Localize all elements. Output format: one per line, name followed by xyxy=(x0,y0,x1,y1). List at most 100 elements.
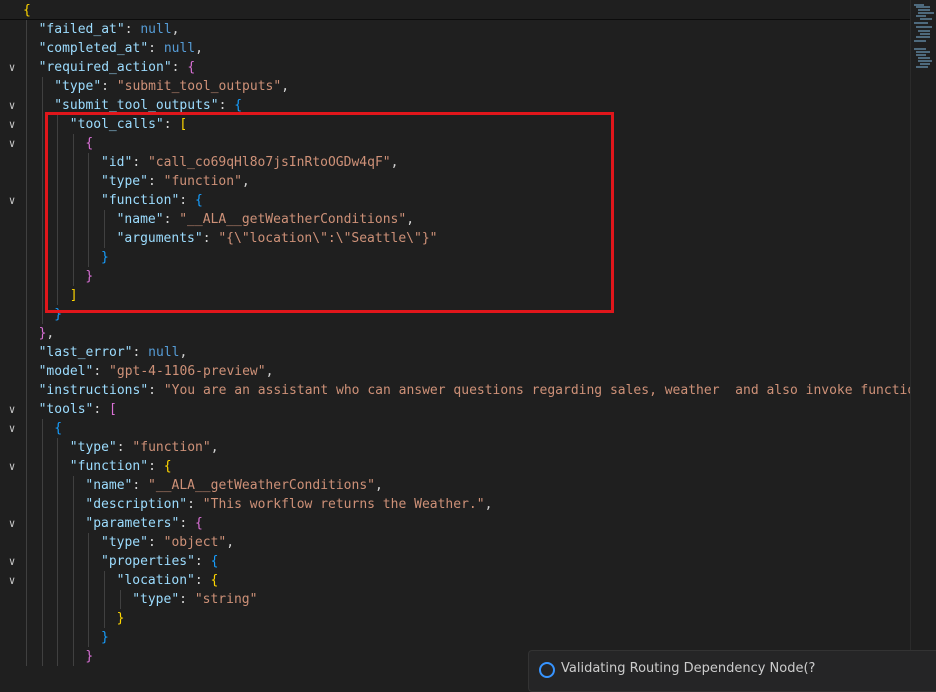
json-string: "You are an assistant who can answer que… xyxy=(163,383,910,398)
json-string: "__ALA__getWeatherConditions" xyxy=(148,478,375,493)
fold-chevron-icon[interactable]: ∨ xyxy=(5,419,19,438)
code-text: } xyxy=(117,609,125,628)
json-punctuation: : xyxy=(148,459,164,474)
indent-guide xyxy=(26,609,27,628)
minimap-line xyxy=(920,63,930,65)
indent-guide xyxy=(41,210,43,229)
json-null: null xyxy=(140,22,172,37)
fold-chevron-icon[interactable]: ∨ xyxy=(5,514,19,533)
json-string: "string" xyxy=(194,592,258,607)
code-line[interactable]: ∨ "parameters": { xyxy=(0,514,910,533)
indent-guide xyxy=(72,571,74,590)
json-bracket: { xyxy=(187,60,196,75)
indent-guide xyxy=(26,248,27,267)
indent-guide xyxy=(26,419,27,438)
indent-guide xyxy=(26,172,27,191)
indent-guide xyxy=(41,153,43,172)
code-line[interactable]: { xyxy=(0,1,910,20)
code-line[interactable]: ∨ "required_action": { xyxy=(0,58,910,77)
json-editor[interactable]: { "failed_at": null, "completed_at": null,… xyxy=(0,0,910,670)
fold-chevron-icon[interactable]: ∨ xyxy=(5,400,19,419)
code-text: "required_action": { xyxy=(39,58,196,77)
fold-chevron-icon[interactable]: ∨ xyxy=(5,58,19,77)
fold-chevron-icon[interactable]: ∨ xyxy=(5,115,19,134)
code-line[interactable]: }, xyxy=(0,324,910,343)
code-line[interactable]: "type": "function", xyxy=(0,438,910,457)
code-line[interactable]: ∨ "properties": { xyxy=(0,552,910,571)
json-punctuation: : xyxy=(171,60,188,75)
indent-guide xyxy=(26,533,27,552)
code-line[interactable]: "name": "__ALA__getWeatherConditions", xyxy=(0,476,910,495)
code-line[interactable]: "model": "gpt-4-1106-preview", xyxy=(0,362,910,381)
code-line[interactable]: } xyxy=(0,628,910,647)
indent-guide xyxy=(41,419,43,438)
fold-chevron-icon[interactable]: ∨ xyxy=(5,134,19,153)
code-text: "description": "This workflow returns th… xyxy=(85,495,492,514)
code-line[interactable]: "last_error": null, xyxy=(0,343,910,362)
fold-chevron-icon[interactable]: ∨ xyxy=(5,552,19,571)
code-text: } xyxy=(85,647,93,666)
minimap[interactable] xyxy=(910,0,936,670)
code-line[interactable]: "failed_at": null, xyxy=(0,20,910,39)
json-punctuation: , xyxy=(226,535,235,550)
minimap-line xyxy=(920,33,930,35)
json-punctuation: : xyxy=(93,402,110,417)
json-key: "function" xyxy=(69,459,149,474)
code-line[interactable]: "type": "object", xyxy=(0,533,910,552)
indent-guide xyxy=(88,590,90,609)
fold-chevron-icon[interactable]: ∨ xyxy=(5,457,19,476)
code-text: "model": "gpt-4-1106-preview", xyxy=(39,362,274,381)
indent-guide xyxy=(88,609,90,628)
indent-guide xyxy=(26,191,27,210)
json-key: "type" xyxy=(101,535,148,550)
indent-guide xyxy=(41,305,43,324)
info-icon xyxy=(539,662,555,678)
json-bracket: { xyxy=(23,3,31,18)
code-line[interactable]: ∨ "tools": [ xyxy=(0,400,910,419)
fold-chevron-icon[interactable]: ∨ xyxy=(5,191,19,210)
indent-guide xyxy=(57,438,59,457)
indent-guide xyxy=(26,115,27,134)
indent-guide xyxy=(72,590,74,609)
notification-toast[interactable]: Validating Routing Dependency Node(? xyxy=(528,650,936,692)
code-text: "failed_at": null, xyxy=(39,20,180,39)
json-punctuation: : xyxy=(148,41,164,56)
json-bracket: { xyxy=(210,573,219,588)
code-line[interactable]: "completed_at": null, xyxy=(0,39,910,58)
minimap-line xyxy=(918,57,930,59)
minimap-line xyxy=(914,40,926,42)
indent-guide xyxy=(88,628,90,647)
json-punctuation: , xyxy=(195,41,203,56)
json-punctuation: : xyxy=(194,554,211,569)
code-line[interactable]: "description": "This workflow returns th… xyxy=(0,495,910,514)
minimap-line xyxy=(918,9,930,11)
code-line[interactable]: ∨ "location": { xyxy=(0,571,910,590)
code-line[interactable]: "type": "string" xyxy=(0,590,910,609)
json-bracket: { xyxy=(194,516,203,531)
json-key: "type" xyxy=(132,592,180,607)
code-text: "parameters": { xyxy=(85,514,202,533)
code-line[interactable]: ∨ "function": { xyxy=(0,457,910,476)
indent-guide xyxy=(26,134,27,153)
code-line[interactable]: "type": "submit_tool_outputs", xyxy=(0,77,910,96)
indent-guide xyxy=(41,476,43,495)
json-punctuation: : xyxy=(218,98,235,113)
json-punctuation: : xyxy=(132,478,149,493)
json-string: "function" xyxy=(132,440,211,455)
code-line[interactable]: ∨{ xyxy=(0,419,910,438)
json-string: "submit_tool_outputs" xyxy=(116,79,282,94)
json-string: "This workflow returns the Weather." xyxy=(202,497,485,512)
minimap-line xyxy=(916,26,932,28)
indent-guide xyxy=(88,552,90,571)
json-bracket: { xyxy=(234,98,243,113)
fold-chevron-icon[interactable]: ∨ xyxy=(5,571,19,590)
minimap-line xyxy=(918,30,930,32)
indent-guide xyxy=(26,210,27,229)
indent-guide xyxy=(41,248,43,267)
indent-guide xyxy=(104,590,105,609)
code-line[interactable]: } xyxy=(0,609,910,628)
fold-chevron-icon[interactable]: ∨ xyxy=(5,96,19,115)
indent-guide xyxy=(26,96,27,115)
json-punctuation: : xyxy=(147,535,164,550)
code-line[interactable]: "instructions": "You are an assistant wh… xyxy=(0,381,910,400)
